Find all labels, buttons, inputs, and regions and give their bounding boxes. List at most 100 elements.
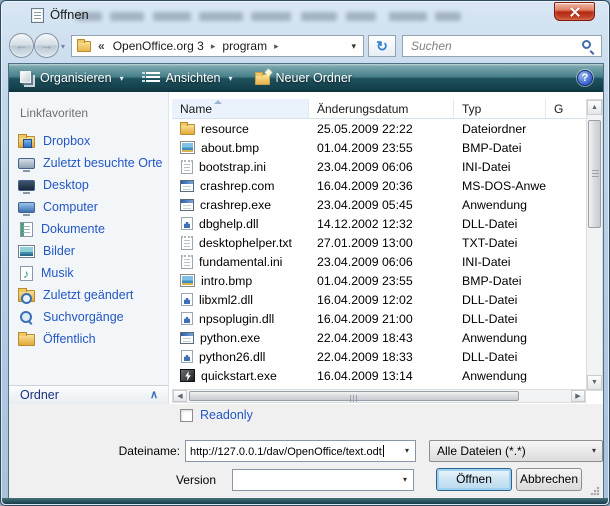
- file-name: python26.dll: [199, 350, 265, 364]
- breadcrumb-item[interactable]: program: [218, 39, 271, 53]
- file-row[interactable]: quickstart.exe16.04.2009 13:14Anwendung: [172, 366, 586, 385]
- file-row[interactable]: npsoplugin.dll16.04.2009 21:00DLL-Datei: [172, 309, 586, 328]
- back-button[interactable]: ←: [9, 33, 34, 58]
- sidebar-item-label: Desktop: [43, 178, 89, 192]
- sidebar-item-documents[interactable]: Dokumente: [9, 218, 168, 240]
- file-name: bootstrap.ini: [199, 160, 266, 174]
- sidebar-item-recent-places[interactable]: Zuletzt besuchte Orte: [9, 152, 168, 174]
- scroll-left-button[interactable]: ◀: [173, 390, 187, 402]
- column-header-label: Name: [180, 102, 212, 116]
- vertical-scrollbar[interactable]: ▲ ▼: [586, 99, 603, 391]
- file-name: dbghelp.dll: [199, 217, 259, 231]
- folders-expander[interactable]: Ordner ∧: [9, 385, 168, 404]
- recently-changed-icon: [18, 290, 35, 302]
- views-button[interactable]: Ansichten▾: [142, 66, 237, 90]
- column-header-date[interactable]: Änderungsdatum: [309, 99, 454, 118]
- readonly-checkbox[interactable]: [180, 409, 193, 422]
- sidebar-item-label: Dropbox: [43, 134, 90, 148]
- command-toolbar: Organisieren▾ Ansichten▾ Neuer Ordner ?: [9, 64, 603, 92]
- version-select[interactable]: ▾: [232, 469, 414, 491]
- file-row[interactable]: crashrep.exe23.04.2009 05:45Anwendung: [172, 195, 586, 214]
- cancel-button[interactable]: Abbrechen: [516, 468, 582, 491]
- close-icon: [570, 7, 580, 17]
- horizontal-scroll-thumb[interactable]: [189, 391, 519, 401]
- documents-icon: [20, 222, 33, 237]
- close-button[interactable]: [554, 2, 595, 21]
- sidebar-item-label: Zuletzt geändert: [43, 288, 133, 302]
- resize-grip[interactable]: [590, 486, 600, 496]
- breadcrumb-separator-icon[interactable]: ▸: [208, 41, 219, 52]
- file-row[interactable]: dbghelp.dll14.12.2002 12:32DLL-Datei: [172, 214, 586, 233]
- refresh-button[interactable]: ↻: [368, 35, 396, 57]
- organize-button[interactable]: Organisieren▾: [15, 66, 128, 90]
- breadcrumb-separator-icon[interactable]: ▸: [271, 41, 282, 52]
- new-folder-button[interactable]: Neuer Ordner: [251, 66, 356, 90]
- file-row[interactable]: desktophelper.txt27.01.2009 13:00TXT-Dat…: [172, 233, 586, 252]
- dll-file-icon: [181, 350, 193, 363]
- open-button[interactable]: Öffnen: [436, 468, 512, 491]
- file-row[interactable]: python26.dll22.04.2009 18:33DLL-Datei: [172, 347, 586, 366]
- file-row[interactable]: intro.bmp01.04.2009 23:55BMP-Datei: [172, 271, 586, 290]
- filetype-select[interactable]: Alle Dateien (*.*) ▾: [429, 440, 603, 462]
- forward-arrow-icon: →: [40, 37, 54, 53]
- file-date: 23.04.2009 06:06: [309, 255, 454, 269]
- scroll-right-button[interactable]: ▶: [571, 390, 585, 402]
- file-row[interactable]: about.bmp01.04.2009 23:55BMP-Datei: [172, 138, 586, 157]
- sidebar-item-music[interactable]: Musik: [9, 262, 168, 284]
- help-button[interactable]: ?: [577, 70, 593, 86]
- file-date: 16.04.2009 12:02: [309, 293, 454, 307]
- file-row[interactable]: python.exe22.04.2009 18:43Anwendung: [172, 328, 586, 347]
- column-header-size[interactable]: G: [546, 99, 586, 118]
- file-type: TXT-Datei: [454, 236, 546, 250]
- search-placeholder: Suchen: [411, 39, 452, 53]
- app-file-icon: [180, 332, 194, 344]
- search-input[interactable]: Suchen: [402, 35, 602, 57]
- sidebar-item-label: Dokumente: [41, 222, 105, 236]
- forward-button[interactable]: →: [34, 33, 59, 58]
- sidebar-item-pictures[interactable]: Bilder: [9, 240, 168, 262]
- filename-label: Dateiname:: [105, 444, 180, 458]
- sidebar-item-computer[interactable]: Computer: [9, 196, 168, 218]
- column-header-type[interactable]: Typ: [454, 99, 546, 118]
- background-menu-blur: [110, 12, 144, 21]
- breadcrumb-overflow-icon[interactable]: «: [98, 39, 105, 53]
- filetype-value: Alle Dateien (*.*): [437, 444, 526, 458]
- breadcrumb[interactable]: « OpenOffice.org 3▸program▸ ▾: [71, 35, 364, 57]
- sidebar-item-searches[interactable]: Suchvorgänge: [9, 306, 168, 328]
- file-row[interactable]: fundamental.ini23.04.2009 06:06INI-Datei: [172, 252, 586, 271]
- scroll-up-button[interactable]: ▲: [587, 100, 602, 115]
- file-row[interactable]: bootstrap.ini23.04.2009 06:06INI-Datei: [172, 157, 586, 176]
- file-name: resource: [201, 122, 249, 136]
- pictures-icon: [18, 245, 35, 258]
- breadcrumb-dropdown-icon[interactable]: ▾: [351, 41, 363, 52]
- file-date: 01.04.2009 23:55: [309, 274, 454, 288]
- history-dropdown-icon[interactable]: ▾: [61, 42, 65, 51]
- file-row[interactable]: crashrep.com16.04.2009 20:36MS-DOS-Anwen…: [172, 176, 586, 195]
- scroll-down-button[interactable]: ▼: [587, 375, 602, 390]
- sidebar-item-public[interactable]: Öffentlich: [9, 328, 168, 350]
- title-bar[interactable]: Öffnen: [1, 1, 609, 29]
- column-header-name[interactable]: Name: [172, 99, 309, 118]
- filename-dropdown-icon[interactable]: ▾: [399, 441, 415, 461]
- sidebar-item-desktop[interactable]: Desktop: [9, 174, 168, 196]
- recent-places-icon: [18, 158, 35, 169]
- sidebar-item-dropbox[interactable]: Dropbox: [9, 130, 168, 152]
- favorites-sidebar: Linkfavoriten DropboxZuletzt besuchte Or…: [9, 92, 169, 404]
- file-row[interactable]: libxml2.dll16.04.2009 12:02DLL-Datei: [172, 290, 586, 309]
- horizontal-scrollbar[interactable]: ◀ ▶: [172, 389, 586, 403]
- file-row[interactable]: resource25.05.2009 22:22Dateiordner: [172, 119, 586, 138]
- music-icon: [20, 266, 33, 281]
- sidebar-item-recently-changed[interactable]: Zuletzt geändert: [9, 284, 168, 306]
- file-type: Dateiordner: [454, 122, 546, 136]
- help-icon: ?: [582, 72, 589, 84]
- dialog-title: Öffnen: [50, 7, 89, 22]
- vertical-scroll-thumb[interactable]: [588, 120, 601, 228]
- dll-file-icon: [181, 217, 193, 230]
- filename-input[interactable]: http://127.0.0.1/dav/OpenOffice/text.odt…: [185, 440, 416, 462]
- folder-icon: [18, 334, 35, 346]
- folders-label: Ordner: [20, 388, 59, 402]
- sort-ascending-icon: [214, 100, 222, 104]
- file-date: 14.12.2002 12:32: [309, 217, 454, 231]
- breadcrumb-item[interactable]: OpenOffice.org 3: [109, 39, 208, 53]
- text-caret: [383, 445, 384, 457]
